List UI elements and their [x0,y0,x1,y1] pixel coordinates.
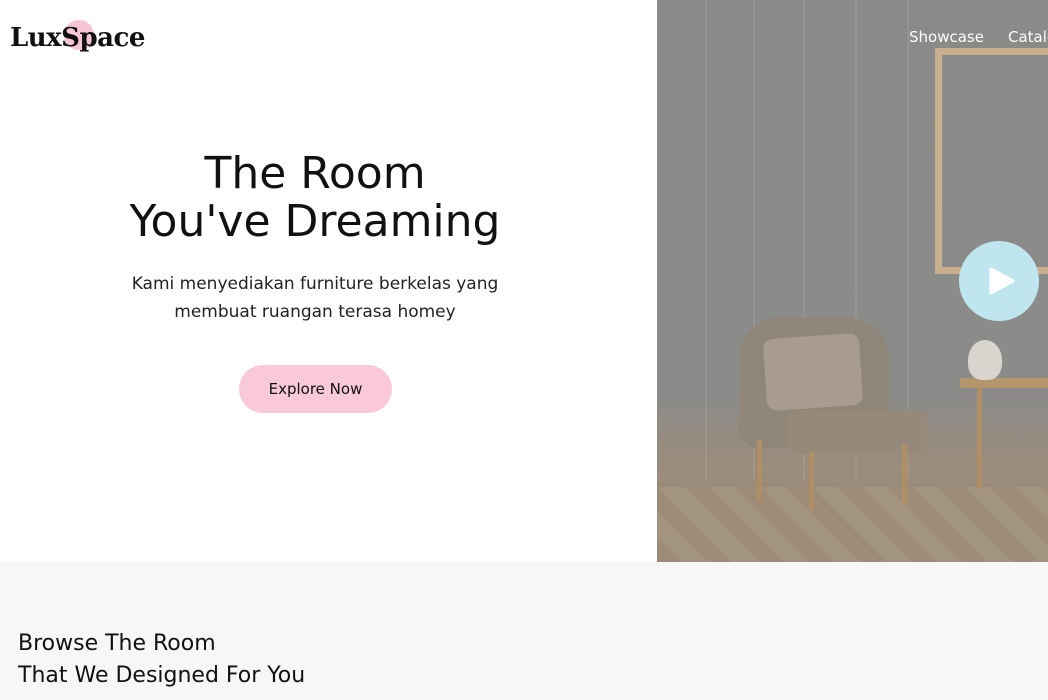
hero-title-line-1: The Room [204,148,426,199]
nav-catalog[interactable]: Catalog [1008,28,1048,46]
explore-now-button[interactable]: Explore Now [239,365,392,413]
logo[interactable]: LuxSpace [10,20,145,56]
logo-text: LuxSpace [10,23,145,53]
nav-showcase[interactable]: Showcase [909,28,984,46]
hero-subtitle-line-2: membuat ruangan terasa homey [174,302,456,322]
browse-title: Browse The Room That We Designed For You [18,628,305,692]
main-nav: Showcase Catalog [909,28,1048,46]
wooden-floor [657,487,1048,562]
hero-subtitle-line-1: Kami menyediakan furniture berkelas yang [131,274,499,294]
vase [968,340,1002,380]
pillow [762,332,864,412]
browse-title-line-1: Browse The Room [18,631,216,656]
wall-frame [935,48,1048,274]
browse-title-line-2: That We Designed For You [18,663,306,688]
hero-section: The Room You've Dreaming Kami menyediaka… [0,0,657,562]
hero-title-line-2: You've Dreaming [129,196,501,247]
side-table [960,378,1048,388]
play-video-button[interactable] [959,241,1039,321]
browse-section: Browse The Room That We Designed For You [0,562,1048,700]
hero-title: The Room You've Dreaming [110,150,520,246]
hero-subtitle: Kami menyediakan furniture berkelas yang… [110,270,520,326]
play-icon [989,267,1015,295]
